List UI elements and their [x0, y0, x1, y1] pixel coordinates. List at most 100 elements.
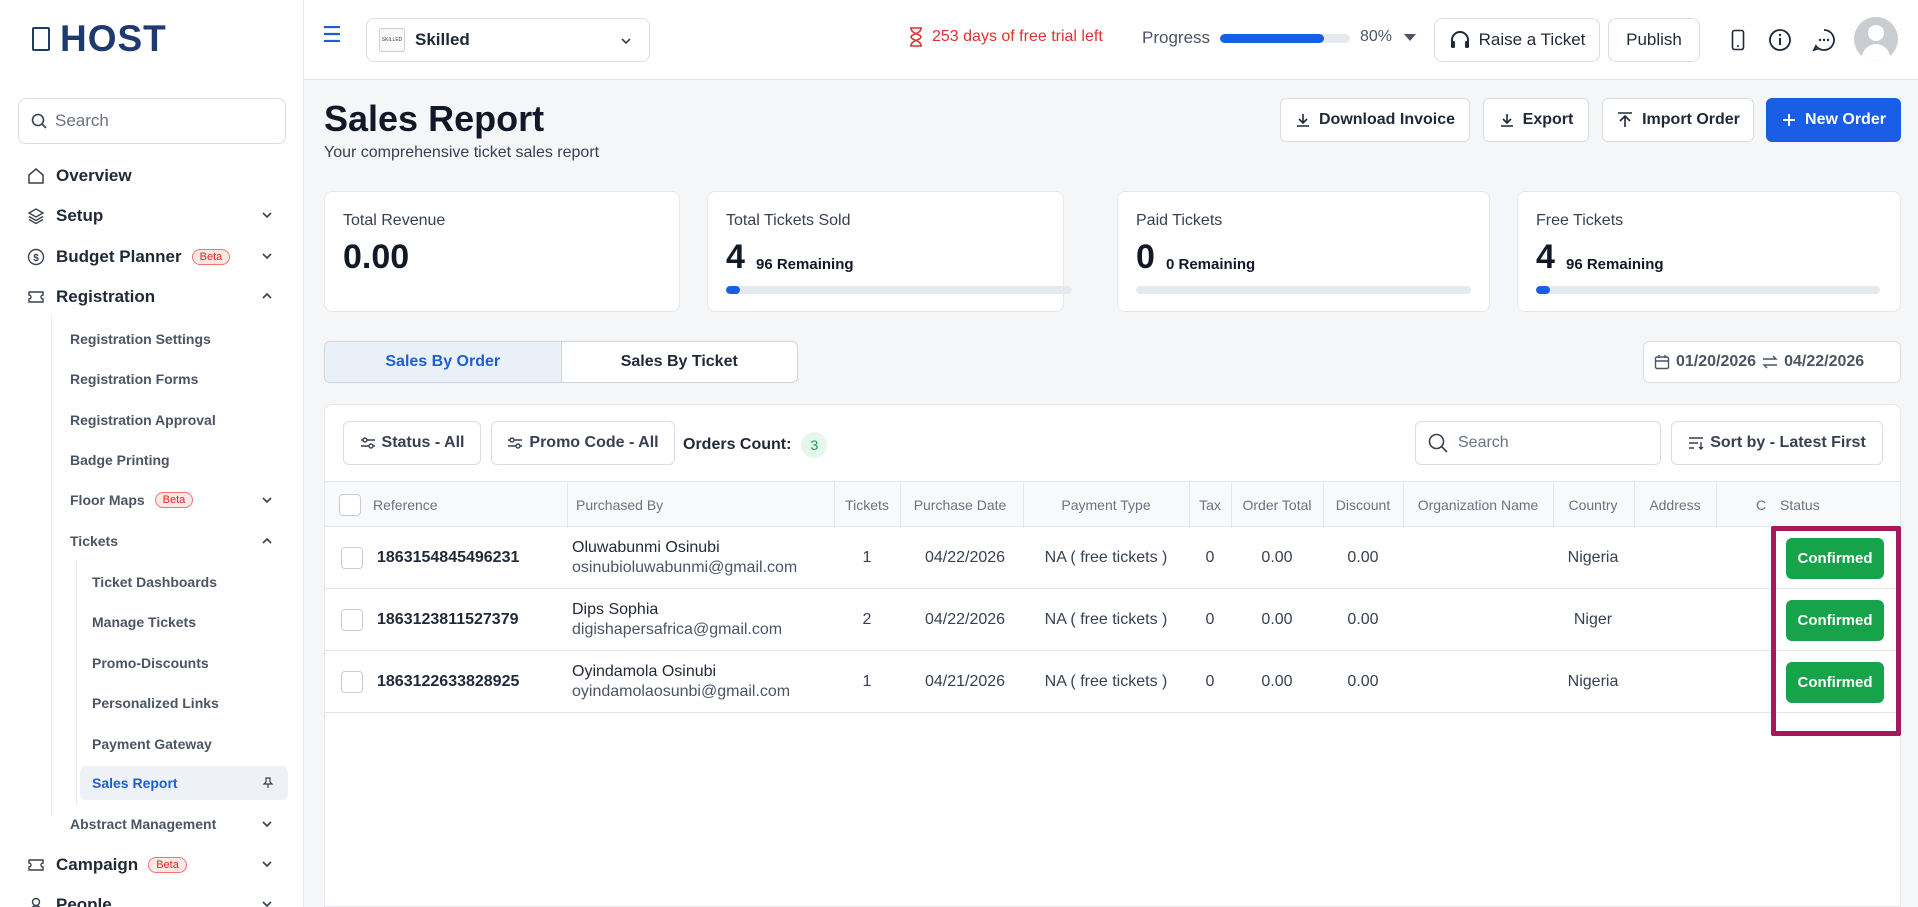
tax-cell: 0: [1205, 549, 1215, 566]
sidebar-item-manage-tickets[interactable]: Manage Tickets: [92, 605, 196, 639]
chevron-down-icon: [262, 497, 272, 504]
organization-cell: [1403, 651, 1553, 713]
table-row[interactable]: 1863154845496231 Oluwabunmi Osinubi osin…: [325, 527, 1900, 589]
publish-button[interactable]: Publish: [1608, 18, 1700, 62]
tickets-cell: 1: [862, 673, 872, 690]
sidebar-search-input[interactable]: [55, 111, 275, 131]
export-label: Export: [1522, 111, 1574, 128]
plus-icon: [1783, 114, 1796, 126]
table-row[interactable]: 1863123811527379 Dips Sophia digishapers…: [325, 589, 1900, 651]
column-header-status[interactable]: Status: [1780, 482, 1820, 528]
payment-type-cell: NA ( free tickets ): [1044, 549, 1168, 566]
table-search: [1415, 421, 1661, 465]
ticket-icon: [24, 853, 48, 877]
menu-icon[interactable]: ☰: [322, 22, 342, 48]
sidebar-item-floor-maps[interactable]: Floor Maps Beta: [70, 483, 288, 517]
sidebar-item-campaign[interactable]: Campaign Beta: [18, 848, 288, 882]
chevron-up-icon: [262, 292, 272, 299]
sort-button[interactable]: Sort by - Latest First: [1671, 421, 1883, 465]
column-header-country[interactable]: Country: [1553, 482, 1633, 528]
sidebar-item-personalized-links[interactable]: Personalized Links: [92, 686, 219, 720]
tab-sales-by-ticket[interactable]: Sales By Ticket: [562, 342, 798, 382]
status-badge[interactable]: Confirmed: [1786, 599, 1884, 641]
row-checkbox[interactable]: [341, 547, 363, 569]
reference-cell[interactable]: 1863122633828925: [377, 651, 519, 713]
chevron-down-icon: [621, 38, 631, 45]
sidebar-item-sales-report[interactable]: Sales Report: [80, 766, 288, 800]
sidebar-item-registration-forms[interactable]: Registration Forms: [70, 362, 198, 396]
top-bar: ☰ SKILLED Skilled 253 days of free trial…: [304, 0, 1918, 80]
status-filter-button[interactable]: Status - All: [343, 421, 481, 465]
orders-count-label: Orders Count:: [683, 436, 792, 453]
status-badge[interactable]: Confirmed: [1786, 661, 1884, 703]
reference-cell[interactable]: 1863123811527379: [377, 589, 519, 651]
sidebar-item-badge-printing[interactable]: Badge Printing: [70, 443, 170, 477]
purchased-by-cell: Oyindamola Osinubi oyindamolaosunbi@gmai…: [572, 651, 790, 713]
new-order-button[interactable]: New Order: [1766, 98, 1901, 142]
table-row[interactable]: 1863122633828925 Oyindamola Osinubi oyin…: [325, 651, 1900, 713]
status-badge[interactable]: Confirmed: [1786, 537, 1884, 579]
headset-icon: [1450, 31, 1469, 48]
sidebar-item-tickets[interactable]: Tickets: [70, 524, 288, 558]
sidebar-item-ticket-dashboards[interactable]: Ticket Dashboards: [92, 565, 217, 599]
buyer-email: osinubioluwabunmi@gmail.com: [572, 559, 798, 576]
address-cell: [1634, 651, 1716, 713]
stat-card-free-tickets: Free Tickets 4 96 Remaining: [1517, 191, 1901, 312]
column-header-address[interactable]: Address: [1634, 482, 1716, 528]
date-range-picker[interactable]: 01/20/2026 04/22/2026: [1643, 341, 1901, 383]
sidebar-item-promo-discounts[interactable]: Promo-Discounts: [92, 646, 209, 680]
promo-filter-button[interactable]: Promo Code - All: [491, 421, 675, 465]
column-header-reference[interactable]: Reference: [373, 482, 438, 528]
purchase-date-cell: 04/22/2026: [924, 611, 1006, 628]
pin-icon[interactable]: [262, 777, 274, 789]
buyer-name: Dips Sophia: [572, 601, 659, 618]
chevron-down-icon: [262, 901, 272, 907]
download-invoice-button[interactable]: Download Invoice: [1280, 98, 1470, 142]
table-search-input[interactable]: [1458, 434, 1648, 452]
sidebar-item-setup[interactable]: Setup: [18, 199, 288, 233]
payment-type-cell: NA ( free tickets ): [1044, 611, 1168, 628]
sidebar-item-label: Sales Report: [92, 775, 178, 791]
column-header-purchase-date[interactable]: Purchase Date: [900, 482, 1020, 528]
user-avatar[interactable]: [1854, 17, 1898, 61]
tab-sales-by-order[interactable]: Sales By Order: [325, 342, 562, 382]
purchase-date-cell: 04/21/2026: [924, 673, 1006, 690]
sidebar-item-overview[interactable]: Overview: [18, 159, 288, 193]
sidebar-item-label: Abstract Management: [70, 816, 217, 832]
column-header-order-total[interactable]: Order Total: [1231, 482, 1323, 528]
chat-icon[interactable]: [1810, 26, 1838, 54]
column-header-discount[interactable]: Discount: [1323, 482, 1403, 528]
checkbox[interactable]: [339, 494, 361, 516]
column-header-payment-type[interactable]: Payment Type: [1023, 482, 1189, 528]
sidebar-item-label: Overview: [56, 166, 132, 185]
event-selector[interactable]: SKILLED Skilled: [366, 18, 650, 62]
row-checkbox[interactable]: [341, 609, 363, 631]
sidebar-item-abstract-management[interactable]: Abstract Management: [70, 807, 288, 841]
sidebar-item-registration-settings[interactable]: Registration Settings: [70, 322, 211, 356]
logo[interactable]: HOST: [32, 18, 167, 60]
select-all-checkbox[interactable]: [339, 482, 361, 528]
column-header-organization-name[interactable]: Organization Name: [1403, 482, 1553, 528]
reference-cell[interactable]: 1863154845496231: [377, 527, 519, 589]
progress-dropdown-icon[interactable]: [1404, 34, 1416, 41]
raise-ticket-button[interactable]: Raise a Ticket: [1434, 18, 1600, 62]
sidebar-item-registration-approval[interactable]: Registration Approval: [70, 403, 216, 437]
column-header-tickets[interactable]: Tickets: [834, 482, 900, 528]
sidebar-item-budget-planner[interactable]: $ Budget Planner Beta: [18, 240, 288, 274]
column-header-purchased-by[interactable]: Purchased By: [568, 482, 728, 528]
page-title: Sales Report: [324, 98, 545, 139]
date-range-end: 04/22/2026: [1784, 353, 1865, 370]
sidebar-item-people[interactable]: People: [18, 888, 288, 907]
tickets-cell: 2: [862, 611, 872, 628]
import-order-button[interactable]: Import Order: [1602, 98, 1754, 142]
info-icon[interactable]: [1766, 26, 1794, 54]
sidebar-item-payment-gateway[interactable]: Payment Gateway: [92, 727, 212, 761]
row-checkbox[interactable]: [341, 671, 363, 693]
sidebar-item-registration[interactable]: Registration: [18, 280, 288, 314]
column-header-tax[interactable]: Tax: [1189, 482, 1231, 528]
export-button[interactable]: Export: [1483, 98, 1589, 142]
home-icon: [24, 164, 48, 188]
mobile-preview-icon[interactable]: [1724, 26, 1752, 54]
column-header-truncated[interactable]: C: [1756, 482, 1766, 528]
stat-card-total-revenue: Total Revenue 0.00: [324, 191, 680, 312]
